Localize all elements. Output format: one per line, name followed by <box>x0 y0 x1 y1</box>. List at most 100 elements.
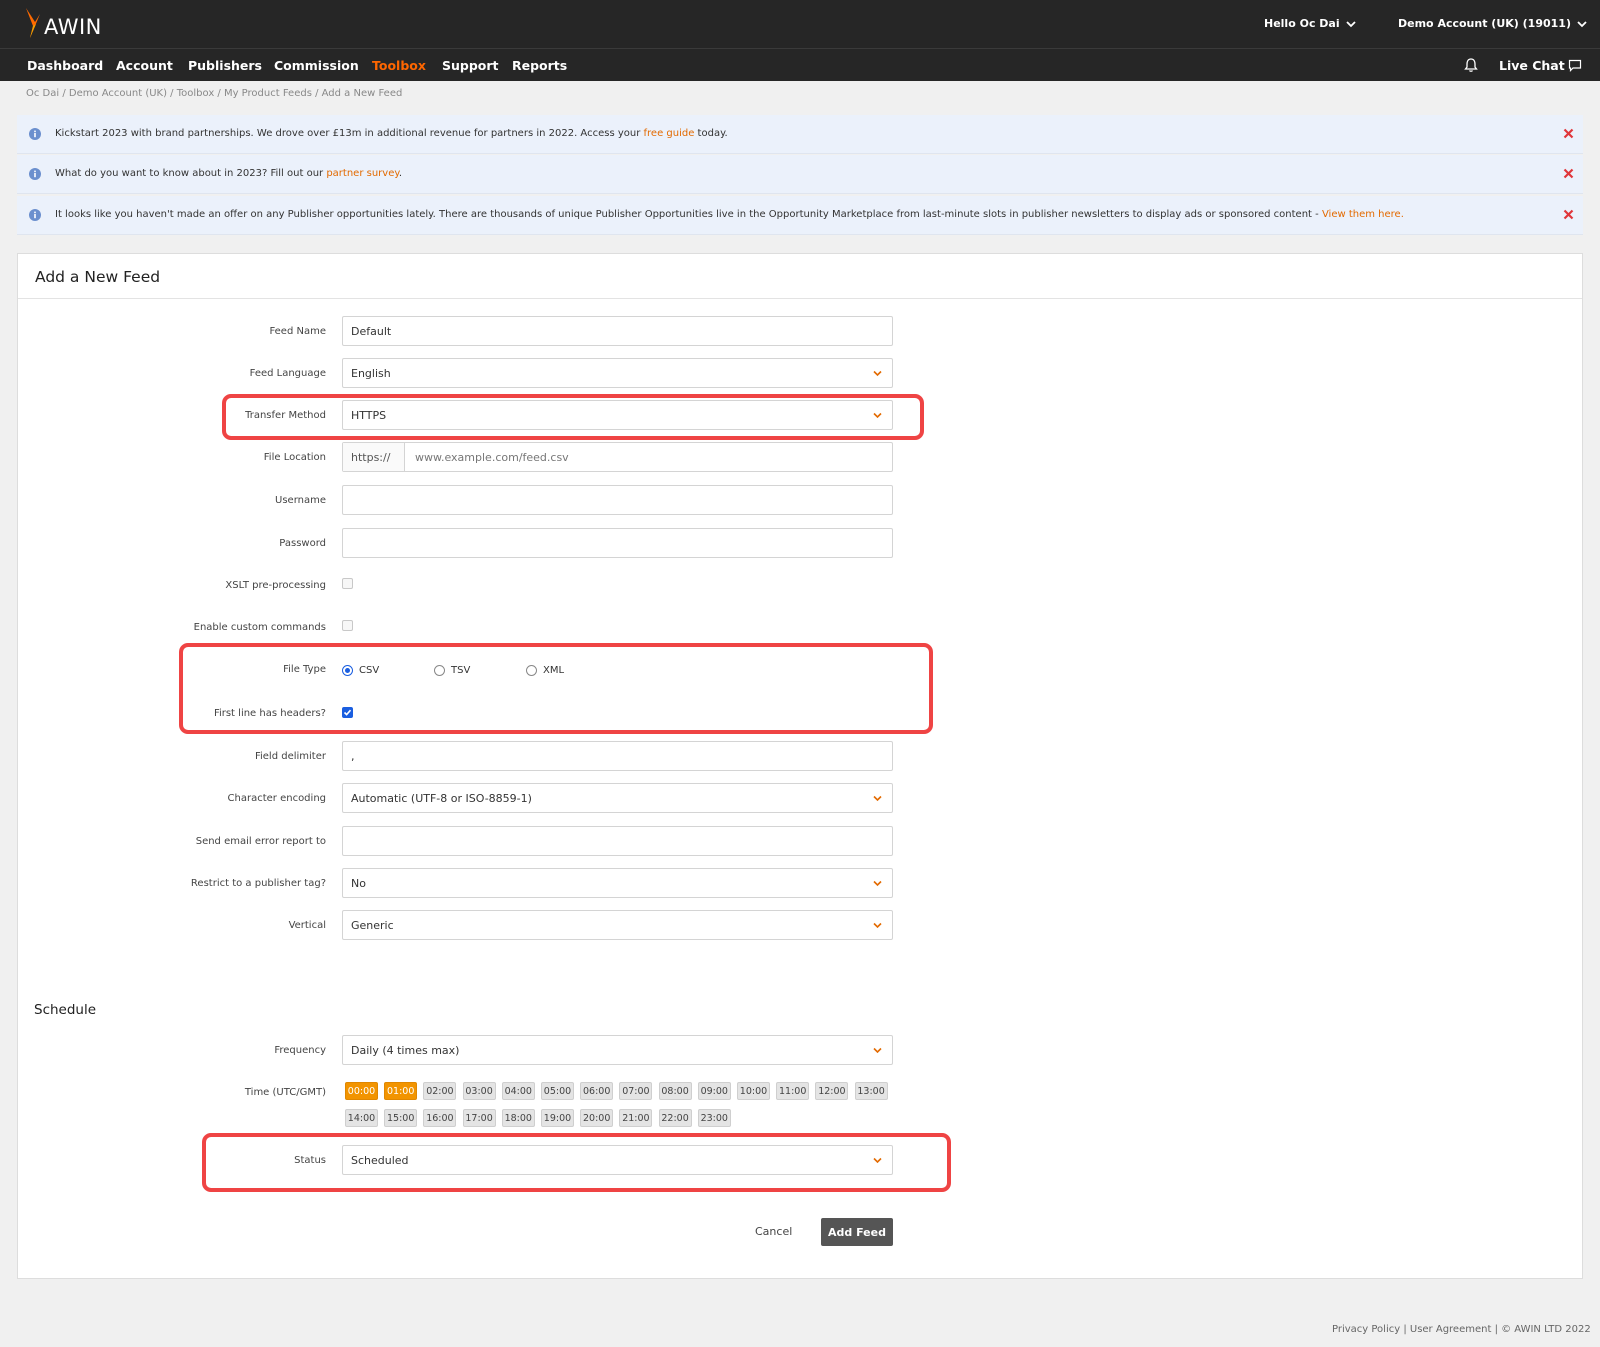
flame-logo-icon <box>26 8 40 38</box>
feed-language-select[interactable]: English <box>342 358 893 388</box>
publisher-tag-value: No <box>351 876 366 890</box>
character-encoding-label: Character encoding <box>227 793 326 804</box>
greeting-text: Hello Oc Dai <box>1264 17 1340 30</box>
nav-publishers[interactable]: Publishers <box>188 58 262 73</box>
character-encoding-select[interactable]: Automatic (UTF-8 or ISO-8859-1) <box>342 783 893 813</box>
nav-commission[interactable]: Commission <box>274 58 359 73</box>
time-slot-chip[interactable]: 01:00 <box>384 1082 418 1100</box>
frequency-label: Frequency <box>274 1045 326 1056</box>
account-menu[interactable]: Demo Account (UK) (19011) <box>1398 17 1587 30</box>
time-slot-chip[interactable]: 20:00 <box>580 1109 614 1127</box>
transfer-method-select[interactable]: HTTPS <box>342 400 893 430</box>
time-slot-chip[interactable]: 06:00 <box>580 1082 614 1100</box>
nav-support[interactable]: Support <box>442 58 499 73</box>
time-slot-chip[interactable]: 03:00 <box>462 1082 496 1100</box>
logo-text: AWIN <box>44 15 102 39</box>
file-type-csv-radio[interactable] <box>342 665 353 676</box>
footer-links[interactable]: Privacy Policy | User Agreement | © AWIN… <box>1332 1324 1591 1335</box>
notice-text: What do you want to know about in 2023? … <box>55 168 327 179</box>
awin-logo[interactable]: AWIN <box>24 6 102 40</box>
time-slot-chip[interactable]: 08:00 <box>658 1082 692 1100</box>
time-slot-chip[interactable]: 12:00 <box>815 1082 849 1100</box>
error-email-input[interactable] <box>342 826 893 856</box>
feed-name-value: Default <box>351 324 392 338</box>
error-email-label: Send email error report to <box>195 836 326 847</box>
feed-language-label: Feed Language <box>249 368 326 379</box>
time-slot-chip[interactable]: 16:00 <box>423 1109 457 1127</box>
file-type-tsv-label: TSV <box>451 665 471 676</box>
chevron-down-icon <box>873 880 882 887</box>
chat-bubble-icon <box>1568 59 1581 72</box>
frequency-select[interactable]: Daily (4 times max) <box>342 1035 893 1065</box>
bell-icon[interactable] <box>1464 57 1478 73</box>
nav-dashboard[interactable]: Dashboard <box>27 58 103 73</box>
time-slot-chip[interactable]: 17:00 <box>462 1109 496 1127</box>
close-icon[interactable] <box>1563 128 1574 139</box>
time-slot-chip[interactable]: 09:00 <box>697 1082 731 1100</box>
time-slot-chip[interactable]: 13:00 <box>854 1082 888 1100</box>
status-select[interactable]: Scheduled <box>342 1145 893 1175</box>
notice-text-after: . <box>398 168 403 179</box>
time-slot-chip[interactable]: 04:00 <box>501 1082 535 1100</box>
live-chat-button[interactable]: Live Chat <box>1499 58 1582 73</box>
first-line-headers-checkbox[interactable] <box>342 707 353 718</box>
file-type-csv-label: CSV <box>359 665 380 676</box>
chevron-down-icon <box>873 922 882 929</box>
nav-account[interactable]: Account <box>116 58 173 73</box>
vertical-select[interactable]: Generic <box>342 910 893 940</box>
user-menu[interactable]: Hello Oc Dai <box>1264 17 1356 30</box>
time-slot-chip[interactable]: 23:00 <box>697 1109 731 1127</box>
custom-commands-checkbox[interactable] <box>342 620 353 631</box>
publisher-tag-select[interactable]: No <box>342 868 893 898</box>
file-type-tsv-radio[interactable] <box>434 665 445 676</box>
partner-survey-link[interactable]: partner survey <box>326 168 399 179</box>
main-nav: Dashboard Account Publishers Commission … <box>0 49 1600 81</box>
time-slot-chip[interactable]: 07:00 <box>619 1082 653 1100</box>
close-icon[interactable] <box>1563 168 1574 179</box>
time-slot-chip[interactable]: 18:00 <box>501 1109 535 1127</box>
file-location-input[interactable]: https:// www.example.com/feed.csv <box>342 442 893 472</box>
file-type-xml-label: XML <box>543 665 565 676</box>
close-icon[interactable] <box>1563 209 1574 220</box>
character-encoding-value: Automatic (UTF-8 or ISO-8859-1) <box>351 791 532 805</box>
time-slot-chip[interactable]: 21:00 <box>619 1109 653 1127</box>
time-slot-chip[interactable]: 02:00 <box>423 1082 457 1100</box>
field-delimiter-input[interactable]: , <box>342 741 893 771</box>
cancel-button[interactable]: Cancel <box>755 1225 792 1238</box>
feed-language-value: English <box>351 366 391 380</box>
vertical-label: Vertical <box>288 920 326 931</box>
notice-message: Kickstart 2023 with brand partnerships. … <box>55 128 728 139</box>
username-input[interactable] <box>342 485 893 515</box>
xslt-checkbox[interactable] <box>342 578 353 589</box>
info-icon <box>29 209 41 221</box>
account-name: Demo Account (UK) (19011) <box>1398 17 1571 30</box>
breadcrumb[interactable]: Oc Dai / Demo Account (UK) / Toolbox / M… <box>26 88 402 99</box>
file-type-xml-radio[interactable] <box>526 665 537 676</box>
feed-name-input[interactable]: Default <box>342 316 893 346</box>
time-slot-chip[interactable]: 05:00 <box>541 1082 574 1100</box>
view-opportunities-link[interactable]: View them here. <box>1322 209 1404 220</box>
file-location-placeholder: www.example.com/feed.csv <box>415 450 569 464</box>
chevron-down-icon <box>873 412 882 419</box>
add-feed-button[interactable]: Add Feed <box>821 1218 893 1246</box>
url-prefix: https:// <box>343 443 405 471</box>
time-slot-chip[interactable]: 19:00 <box>541 1109 574 1127</box>
time-slot-chip[interactable]: 10:00 <box>737 1082 770 1100</box>
top-bar: AWIN Hello Oc Dai Demo Account (UK) (190… <box>0 0 1600 49</box>
time-slot-chip[interactable]: 11:00 <box>776 1082 810 1100</box>
chevron-down-icon <box>873 370 882 377</box>
transfer-method-value: HTTPS <box>351 408 387 422</box>
feed-name-label: Feed Name <box>269 326 326 337</box>
chevron-down-icon <box>873 1047 882 1054</box>
free-guide-link[interactable]: free guide <box>644 128 695 139</box>
time-slot-chip[interactable]: 00:00 <box>345 1082 378 1100</box>
password-input[interactable] <box>342 528 893 558</box>
time-slot-chip[interactable]: 22:00 <box>658 1109 692 1127</box>
nav-reports[interactable]: Reports <box>512 58 567 73</box>
time-slot-chip[interactable]: 14:00 <box>345 1109 378 1127</box>
chevron-down-icon <box>1345 20 1356 27</box>
field-delimiter-label: Field delimiter <box>254 751 326 762</box>
time-slot-chip[interactable]: 15:00 <box>384 1109 418 1127</box>
nav-toolbox[interactable]: Toolbox <box>372 58 426 73</box>
file-type-label: File Type <box>283 664 326 675</box>
